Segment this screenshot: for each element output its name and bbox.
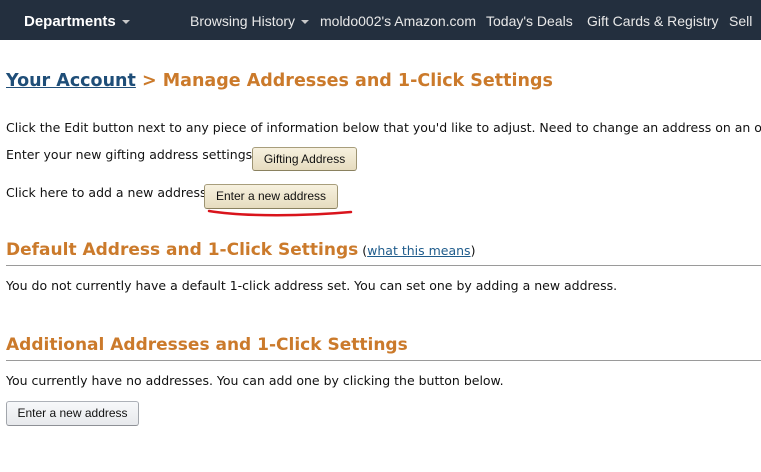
help-paren-close: ) bbox=[470, 243, 476, 258]
gifting-text: Enter your new gifting address settings, bbox=[6, 147, 257, 162]
default-section-text: You do not currently have a default 1-cl… bbox=[6, 278, 618, 293]
top-nav: Departments Browsing History moldo002's … bbox=[0, 0, 761, 40]
breadcrumb-your-account[interactable]: Your Account bbox=[6, 71, 136, 91]
nav-browsing-history-label: Browsing History bbox=[190, 13, 296, 29]
gifting-address-button[interactable]: Gifting Address bbox=[252, 147, 357, 171]
default-section-title-text: Default Address and 1-Click Settings bbox=[6, 240, 359, 260]
caret-down-icon bbox=[121, 20, 130, 25]
intro-text: Click the Edit button next to any piece … bbox=[6, 120, 761, 135]
default-section-help: (what this means) bbox=[358, 243, 475, 258]
default-section-title: Default Address and 1-Click Settings (wh… bbox=[6, 240, 475, 260]
breadcrumb-current: Manage Addresses and 1-Click Settings bbox=[162, 71, 553, 91]
page-title: Your Account > Manage Addresses and 1-Cl… bbox=[6, 71, 553, 91]
breadcrumb-separator: > bbox=[135, 71, 163, 91]
nav-browsing-history[interactable]: Browsing History bbox=[190, 13, 310, 29]
enter-new-address-button-secondary[interactable]: Enter a new address bbox=[6, 401, 139, 426]
nav-account-amazon[interactable]: moldo002's Amazon.com bbox=[320, 13, 476, 29]
help-paren-open: ( bbox=[358, 243, 368, 258]
section-divider bbox=[6, 360, 761, 361]
nav-gift-cards-registry[interactable]: Gift Cards & Registry bbox=[587, 13, 718, 29]
additional-section-title: Additional Addresses and 1-Click Setting… bbox=[6, 335, 408, 355]
what-this-means-link[interactable]: what this means bbox=[367, 243, 470, 258]
departments-menu[interactable]: Departments bbox=[24, 13, 130, 30]
add-address-text: Click here to add a new address bbox=[6, 185, 207, 200]
section-divider bbox=[6, 265, 761, 266]
departments-label: Departments bbox=[24, 13, 116, 30]
nav-sell[interactable]: Sell bbox=[729, 13, 752, 29]
nav-todays-deals[interactable]: Today's Deals bbox=[486, 13, 573, 29]
caret-down-icon bbox=[301, 20, 310, 25]
additional-section-text: You currently have no addresses. You can… bbox=[6, 373, 504, 388]
red-annotation-underline bbox=[207, 209, 353, 217]
